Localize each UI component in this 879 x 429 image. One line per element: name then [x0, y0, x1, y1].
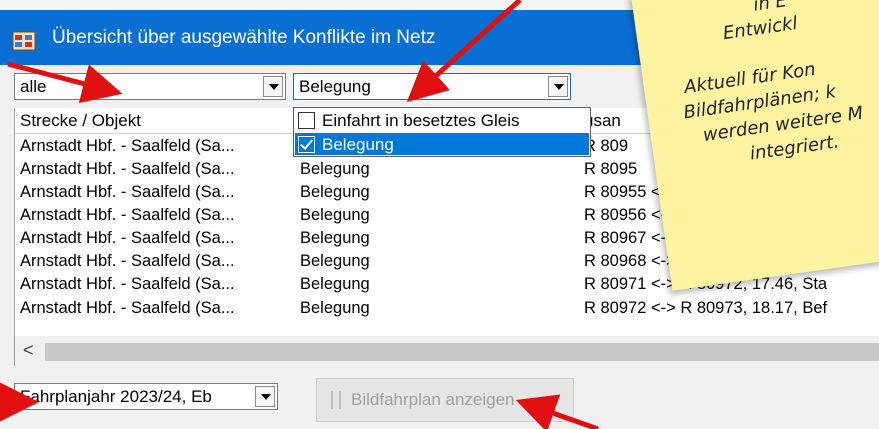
cell-type: Belegung	[300, 183, 370, 201]
horizontal-scrollbar[interactable]: <	[14, 336, 879, 366]
note-line: Entwickl	[721, 12, 799, 45]
show-timetable-graph-button[interactable]: Bildfahrplan anzeigen	[316, 378, 574, 422]
option-label: Einfahrt in besetztes Gleis	[322, 111, 520, 130]
cell-route: Arnstadt Hbf. - Saalfeld (Sa...	[20, 275, 235, 293]
timetable-graph-icon	[331, 391, 341, 409]
cell-type: Belegung	[300, 275, 370, 293]
cell-type: Belegung	[300, 229, 370, 247]
cell-type: Belegung	[300, 252, 370, 270]
column-header-route[interactable]: Strecke / Objekt	[20, 111, 141, 131]
option-label: Belegung	[322, 135, 394, 154]
cell-type: Belegung	[300, 160, 370, 178]
window-title: Übersicht über ausgewählte Konflikte im …	[52, 27, 436, 48]
dropdown-option-einfahrt[interactable]: Einfahrt in besetztes Gleis	[295, 109, 589, 131]
cell-route: Arnstadt Hbf. - Saalfeld (Sa...	[20, 229, 235, 247]
note-line: in E	[752, 0, 789, 16]
route-filter-value: alle	[20, 77, 47, 96]
route-filter-select[interactable]: alle	[14, 73, 286, 100]
cell-route: Arnstadt Hbf. - Saalfeld (Sa...	[20, 137, 235, 155]
cell-route: Arnstadt Hbf. - Saalfeld (Sa...	[20, 252, 235, 270]
cell-conflict: R 80972 <-> R 80973, 18.17, Bef	[584, 299, 828, 317]
cell-route: Arnstadt Hbf. - Saalfeld (Sa...	[20, 299, 235, 317]
chevron-down-icon[interactable]	[255, 386, 275, 407]
cell-route: Arnstadt Hbf. - Saalfeld (Sa...	[20, 160, 235, 178]
network-conflict-icon	[12, 30, 36, 52]
dropdown-option-belegung[interactable]: Belegung	[295, 133, 589, 155]
conflict-type-value: Belegung	[299, 77, 371, 96]
checkbox-icon[interactable]	[298, 112, 315, 129]
checkbox-checked-icon[interactable]	[298, 136, 315, 153]
scrollbar-thumb[interactable]	[45, 343, 879, 361]
table-row[interactable]: Arnstadt Hbf. - Saalfeld (Sa... Belegung R…	[15, 297, 879, 319]
chevron-down-icon[interactable]	[263, 76, 283, 97]
cell-conflict: R 8095	[584, 160, 638, 178]
cell-type: Belegung	[300, 206, 370, 224]
button-label: Bildfahrplan anzeigen	[351, 390, 515, 409]
timetable-year-select[interactable]: Fahrplanjahr 2023/24, Eb	[14, 383, 278, 410]
sticky-note: in E Entwickl Aktuell für Kon Bildfahrpl…	[630, 0, 879, 291]
conflict-type-select[interactable]: Belegung	[293, 73, 571, 100]
cell-type: Belegung	[300, 299, 370, 317]
scroll-left-icon[interactable]: <	[23, 340, 34, 361]
timetable-year-value: Fahrplanjahr 2023/24, Eb	[20, 387, 212, 406]
cell-route: Arnstadt Hbf. - Saalfeld (Sa...	[20, 206, 235, 224]
cell-route: Arnstadt Hbf. - Saalfeld (Sa...	[20, 183, 235, 201]
chevron-down-icon[interactable]	[548, 76, 568, 97]
conflict-type-dropdown[interactable]: Einfahrt in besetztes Gleis Belegung	[293, 107, 591, 157]
